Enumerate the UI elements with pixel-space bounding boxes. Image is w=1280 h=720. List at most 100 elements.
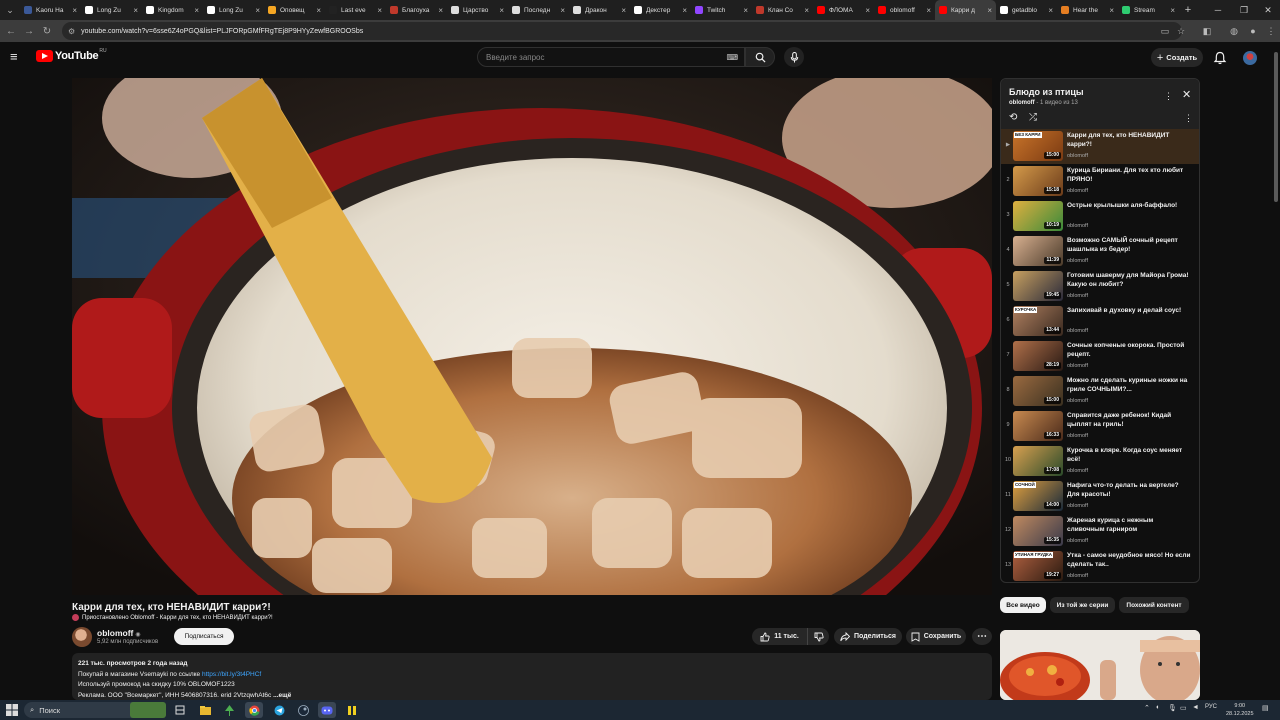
- notification-center-icon[interactable]: ▤: [1262, 704, 1269, 712]
- playlist-item-thumbnail[interactable]: 11:39: [1013, 236, 1063, 266]
- scrollbar-thumb[interactable]: [1274, 52, 1278, 202]
- maximize-icon[interactable]: ❐: [1232, 0, 1256, 20]
- playlist-item-thumbnail[interactable]: 10:19: [1013, 201, 1063, 231]
- voice-search-button[interactable]: [784, 47, 804, 67]
- playlist-owner[interactable]: oblomoff: [1009, 100, 1035, 106]
- steam-icon[interactable]: [294, 702, 312, 718]
- playlist-item[interactable]: 3 10:19 Острые крылышки аля-баффало! oblomo…: [1001, 199, 1199, 234]
- browser-tab[interactable]: Клан Со ×: [752, 0, 813, 20]
- tab-close-icon[interactable]: ×: [133, 6, 138, 15]
- browser-tab[interactable]: getadblo ×: [996, 0, 1057, 20]
- playlist-item[interactable]: 7 28:19 Сочные копченые окорока. Простой р…: [1001, 339, 1199, 374]
- browser-tab[interactable]: Hear the ×: [1057, 0, 1118, 20]
- taskbar-widget-image[interactable]: [130, 702, 166, 718]
- playlist-item-thumbnail[interactable]: КУРОЧКА 13:44: [1013, 306, 1063, 336]
- tab-close-icon[interactable]: ×: [682, 6, 687, 15]
- tray-chevron-icon[interactable]: ⌃: [1144, 704, 1150, 712]
- playlist-item-thumbnail[interactable]: УТИНАЯ ГРУДКА 19:27: [1013, 551, 1063, 581]
- tray-mic-icon[interactable]: 🎙︎: [1168, 704, 1177, 712]
- tab-close-icon[interactable]: ×: [499, 6, 504, 15]
- bookmark-star-icon[interactable]: ☆: [1172, 22, 1190, 40]
- playlist-item-thumbnail[interactable]: 17:08: [1013, 446, 1063, 476]
- tab-close-icon[interactable]: ×: [72, 6, 77, 15]
- browser-tab[interactable]: Last eve ×: [325, 0, 386, 20]
- browser-tab[interactable]: oblomoff ×: [874, 0, 935, 20]
- playlist-item-thumbnail[interactable]: 15:00: [1013, 376, 1063, 406]
- playlist-item[interactable]: 13 УТИНАЯ ГРУДКА 19:27 Утка - самое неудобн…: [1001, 549, 1199, 582]
- like-button[interactable]: 11 тыс.: [752, 628, 807, 645]
- playlist-item-thumbnail[interactable]: 16:33: [1013, 411, 1063, 441]
- browser-tab[interactable]: Twitch ×: [691, 0, 752, 20]
- more-actions-icon[interactable]: ⋯: [972, 628, 992, 645]
- tray-network-icon[interactable]: ▭: [1180, 704, 1187, 712]
- new-tab-button[interactable]: +: [1179, 4, 1197, 16]
- extensions-icon[interactable]: ◧: [1198, 22, 1216, 40]
- playlist-item-thumbnail[interactable]: БЕЗ КАРРИ 15:00: [1013, 131, 1063, 161]
- create-button[interactable]: + Создать: [1151, 48, 1203, 67]
- task-view-icon[interactable]: [171, 702, 189, 718]
- browser-tab[interactable]: Карри д ×: [935, 0, 996, 20]
- playlist-options-icon[interactable]: ⋮: [1184, 113, 1193, 124]
- filter-chip[interactable]: Из той же серии: [1050, 597, 1115, 613]
- browser-tab[interactable]: Long Zu ×: [81, 0, 142, 20]
- browser-tab[interactable]: Stream ×: [1118, 0, 1179, 20]
- tab-close-icon[interactable]: ×: [255, 6, 260, 15]
- browser-tab[interactable]: Последн ×: [508, 0, 569, 20]
- browser-tab[interactable]: Декстер ×: [630, 0, 691, 20]
- recommended-video-thumbnail[interactable]: [1000, 630, 1200, 700]
- playlist-item[interactable]: 5 19:45 Готовим шаверму для Майора Грома! …: [1001, 269, 1199, 304]
- playlist-item-thumbnail[interactable]: 15:18: [1013, 166, 1063, 196]
- tab-close-icon[interactable]: ×: [804, 6, 809, 15]
- tab-close-icon[interactable]: ×: [316, 6, 321, 15]
- playlist-item[interactable]: 9 16:33 Справится даже ребенок! Кидай цыпл…: [1001, 409, 1199, 444]
- channel-avatar[interactable]: [72, 627, 92, 647]
- file-explorer-icon[interactable]: [196, 702, 214, 718]
- browser-tab[interactable]: Kaoru Ha ×: [20, 0, 81, 20]
- close-icon[interactable]: ✕: [1182, 88, 1191, 101]
- tray-app-icon[interactable]: ◐: [1156, 704, 1160, 711]
- tab-close-icon[interactable]: ×: [987, 6, 992, 15]
- address-bar[interactable]: ⚙ youtube.com/watch?v=6sse6Z4oPGQ&list=P…: [62, 22, 1182, 40]
- app-torrent-icon[interactable]: [220, 702, 238, 718]
- dislike-button[interactable]: [807, 628, 829, 645]
- tab-close-icon[interactable]: ×: [743, 6, 748, 15]
- channel-name[interactable]: oblomoff ◉: [97, 628, 141, 638]
- playlist-item[interactable]: ▶ БЕЗ КАРРИ 15:00 Карри для тех, кто НЕНАВИ…: [1001, 129, 1199, 164]
- tab-close-icon[interactable]: ×: [1109, 6, 1114, 15]
- playlist-item-thumbnail[interactable]: 28:19: [1013, 341, 1063, 371]
- minimize-icon[interactable]: ─: [1206, 0, 1230, 20]
- tab-close-icon[interactable]: ×: [1170, 6, 1175, 15]
- description-box[interactable]: 221 тыс. просмотров 2 года назад Покупай…: [72, 653, 992, 700]
- input-language[interactable]: РУС: [1205, 704, 1217, 710]
- taskbar-clock[interactable]: 9:00 28.12.2025: [1226, 702, 1254, 718]
- account-avatar[interactable]: [1243, 51, 1257, 65]
- playlist-title[interactable]: Блюдо из птицы: [1009, 87, 1084, 97]
- browser-tab[interactable]: Long Zu ×: [203, 0, 264, 20]
- share-button[interactable]: Поделиться: [834, 628, 902, 645]
- telegram-icon[interactable]: [270, 702, 288, 718]
- profile-icon[interactable]: ◍: [1225, 22, 1243, 40]
- discord-icon[interactable]: [318, 702, 336, 718]
- browser-tab[interactable]: Благоуха ×: [386, 0, 447, 20]
- back-icon[interactable]: ←: [2, 22, 20, 40]
- playlist-item[interactable]: 10 17:08 Курочка в кляре. Когда соус меняе…: [1001, 444, 1199, 479]
- save-button[interactable]: Сохранить: [906, 628, 966, 645]
- tab-close-icon[interactable]: ×: [926, 6, 931, 15]
- playlist-item-thumbnail[interactable]: 15:35: [1013, 516, 1063, 546]
- tab-close-icon[interactable]: ×: [377, 6, 382, 15]
- playlist-menu-icon[interactable]: ⋮: [1164, 91, 1173, 102]
- browser-tab[interactable]: Kingdom ×: [142, 0, 203, 20]
- tab-search-icon[interactable]: ⌄: [0, 0, 20, 20]
- subscribe-button[interactable]: Подписаться: [174, 628, 234, 645]
- reload-icon[interactable]: ↻: [38, 22, 56, 40]
- tray-volume-icon[interactable]: ◄: [1192, 704, 1199, 711]
- browser-tab[interactable]: ФЛОМА ×: [813, 0, 874, 20]
- keyboard-icon[interactable]: ⌨: [726, 53, 738, 62]
- show-more-link[interactable]: ...ещё: [273, 692, 291, 699]
- playlist-item[interactable]: 4 11:39 Возможно САМЫЙ сочный рецепт шашлы…: [1001, 234, 1199, 269]
- video-player[interactable]: [72, 78, 992, 595]
- site-info-icon[interactable]: ⚙: [68, 27, 75, 36]
- playlist-item[interactable]: 12 15:35 Жареная курица с нежным сливочным…: [1001, 514, 1199, 549]
- tab-close-icon[interactable]: ×: [1048, 6, 1053, 15]
- playlist-item[interactable]: 11 СОЧНОЙ 14:00 Нафига что-то делать на вер…: [1001, 479, 1199, 514]
